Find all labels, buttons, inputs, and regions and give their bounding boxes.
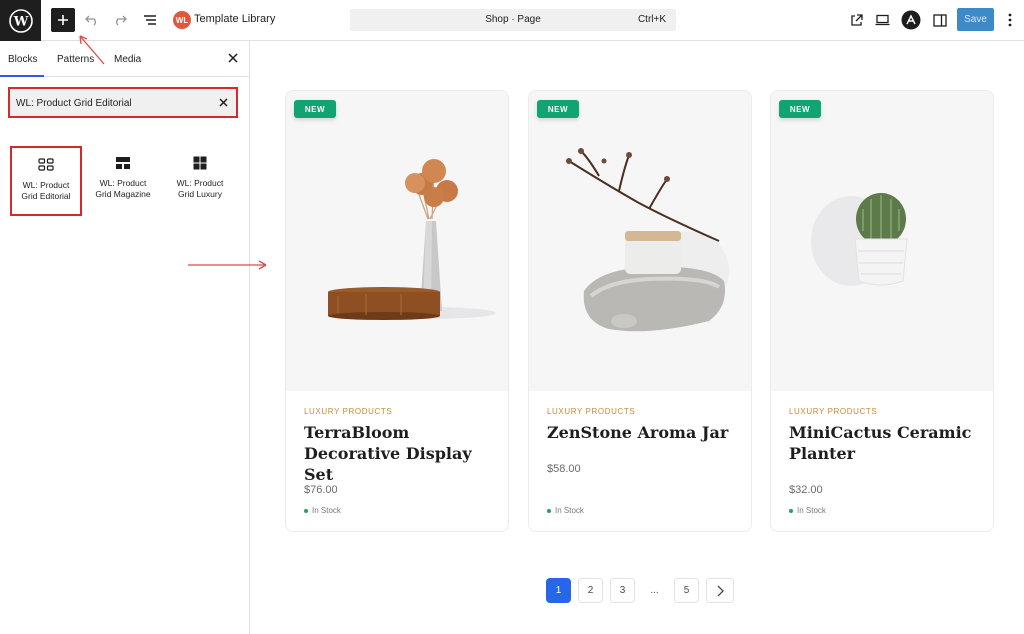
annotation-arrows bbox=[79, 35, 267, 270]
annotation-arrow-add bbox=[79, 35, 105, 65]
